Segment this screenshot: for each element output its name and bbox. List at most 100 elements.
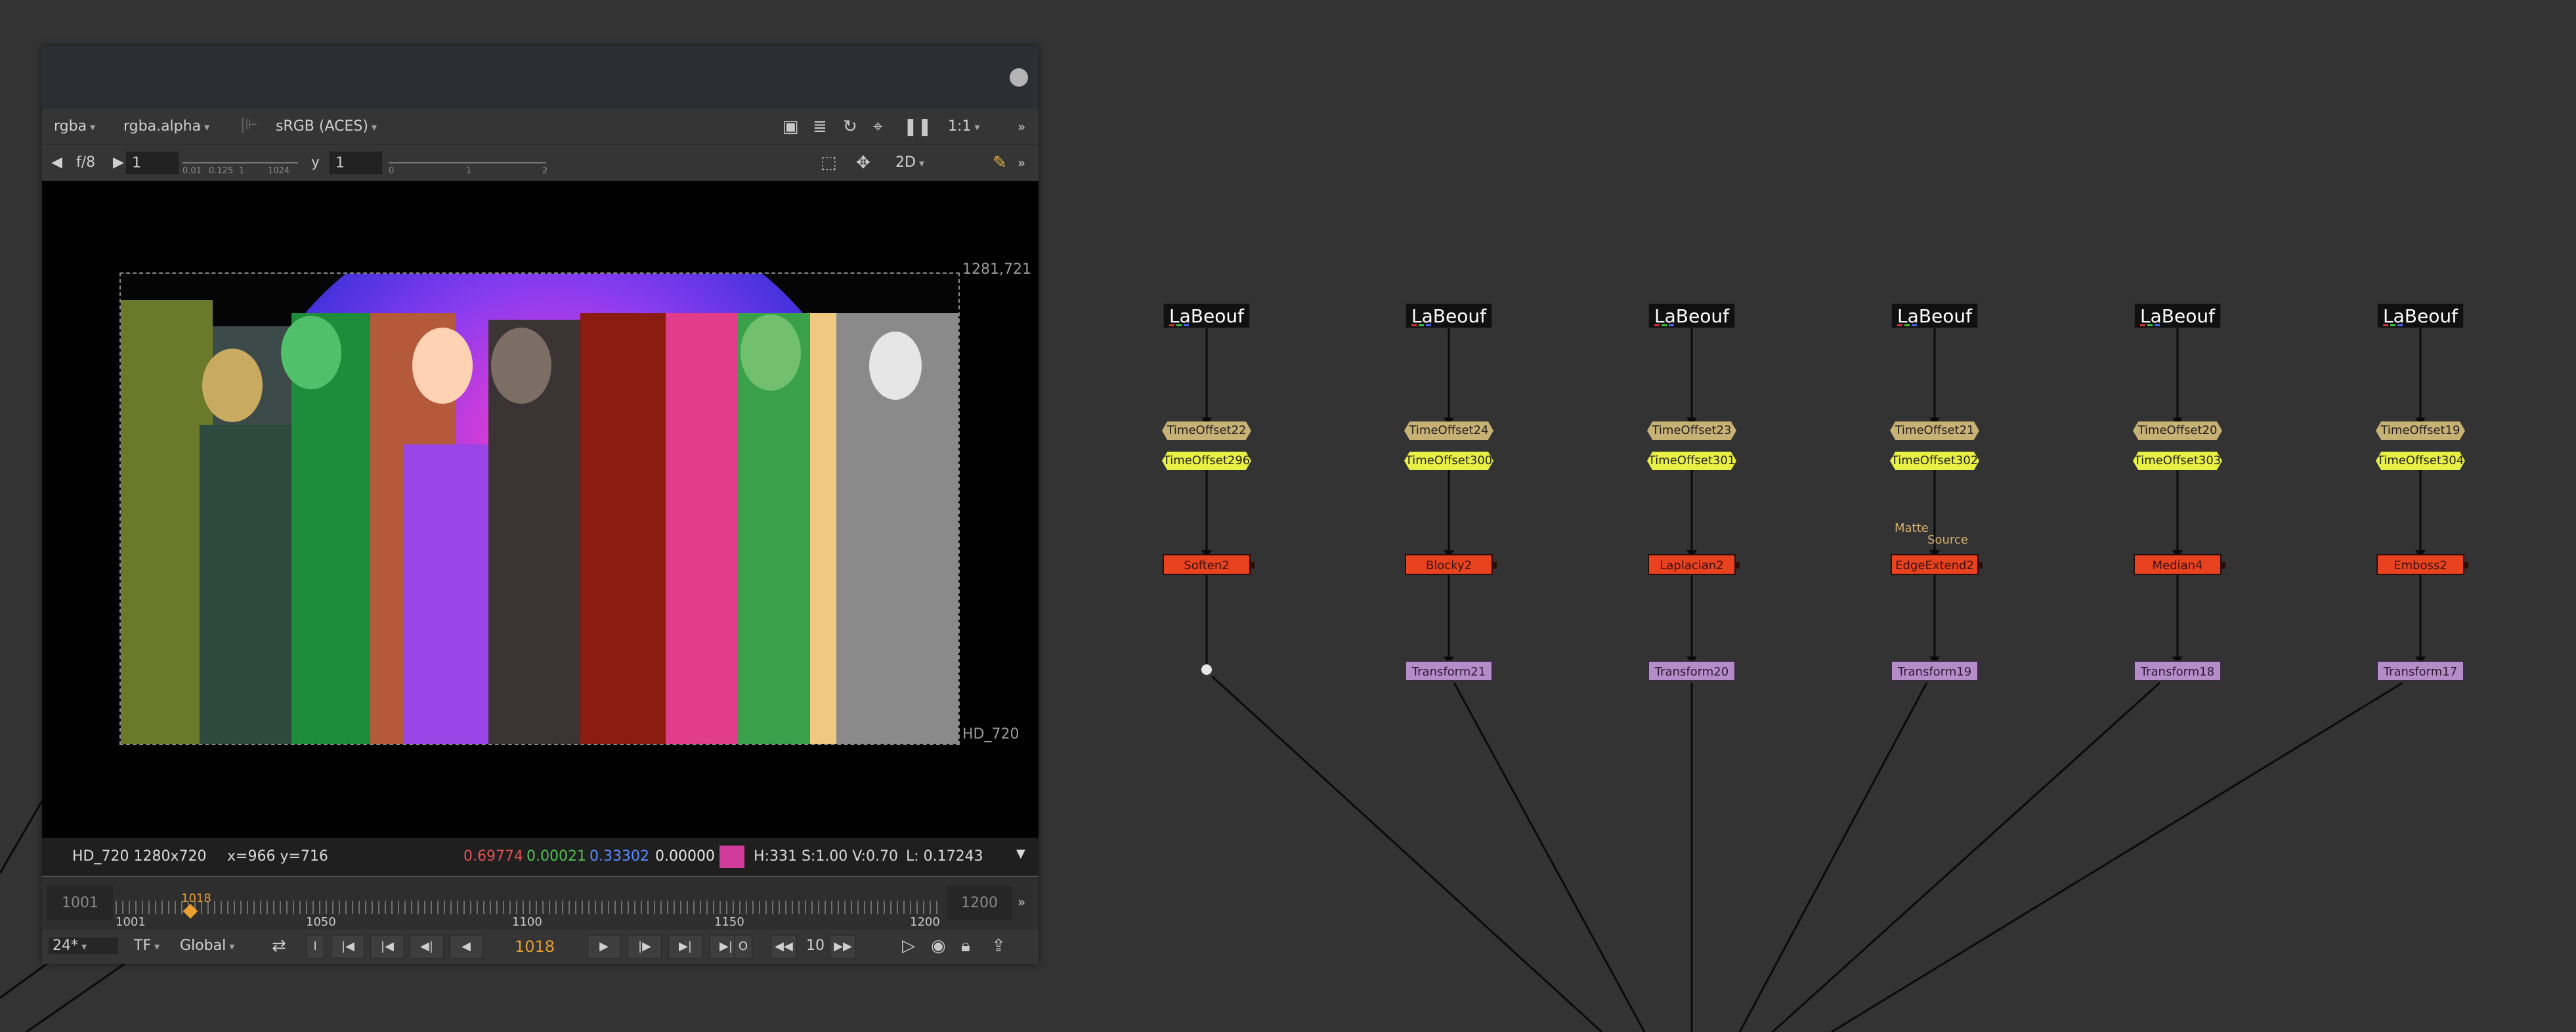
play-backward-icon[interactable]: ◀ (449, 935, 483, 958)
transform-node[interactable]: Transform17 (2376, 660, 2464, 681)
in-point-button[interactable]: I (306, 935, 324, 958)
read-node[interactable]: LaBeouf (2134, 303, 2221, 328)
transform-node[interactable]: Transform19 (1891, 660, 1979, 681)
tf-dropdown[interactable]: TF (134, 937, 160, 954)
list-icon[interactable]: ≣ (813, 118, 827, 135)
effect-node[interactable]: Emboss2 (2376, 554, 2468, 575)
gain-slider[interactable] (182, 162, 298, 163)
loop-mode-icon[interactable]: ⇄ (272, 937, 286, 955)
timeoffset-node[interactable]: TimeOffset302 (1890, 452, 1979, 470)
alpha-value: 0.00000 (655, 848, 715, 865)
effect-node[interactable]: Median4 (2134, 554, 2225, 575)
read-node[interactable]: LaBeouf (1891, 303, 1978, 328)
read-node[interactable]: LaBeouf (1648, 303, 1735, 328)
viewer-titlebar[interactable] (42, 46, 1039, 109)
gamma-tick: 0 (389, 166, 395, 176)
expand-icon[interactable]: » (1018, 118, 1025, 135)
skip-forward-icon[interactable]: ▶▶ (830, 935, 856, 958)
playback-icon[interactable]: ▷ (902, 937, 915, 955)
format-label: HD_720 (962, 726, 1020, 742)
next-keyframe-icon[interactable]: ▶| (668, 935, 702, 958)
zoom-dropdown[interactable]: 1:1 (948, 118, 980, 135)
dot-node[interactable] (1201, 664, 1212, 675)
crosshair-icon[interactable]: ⌖ (873, 118, 883, 135)
timeline[interactable]: 1001 1018 1001 1050 1100 1150 1200 1200 … (42, 876, 1039, 931)
alpha-channel-dropdown[interactable]: rgba.alpha (123, 118, 209, 135)
out-point-button[interactable]: O (734, 935, 752, 958)
effect-node[interactable]: Laplacian2 (1648, 554, 1740, 575)
refresh-icon[interactable]: ↻ (843, 118, 857, 135)
skip-back-icon[interactable]: ◀◀ (771, 935, 797, 958)
read-node[interactable]: LaBeouf (1406, 303, 1492, 328)
timeoffset-node[interactable]: TimeOffset22 (1162, 421, 1251, 440)
timeoffset-node[interactable]: TimeOffset24 (1404, 421, 1493, 440)
scope-dropdown[interactable]: Global (180, 937, 234, 954)
current-frame-field[interactable]: 1018 (515, 937, 555, 956)
cursor-coords: x=966 y=716 (227, 848, 328, 865)
read-node[interactable]: LaBeouf (1163, 303, 1250, 328)
timeoffset-node[interactable]: TimeOffset21 (1890, 421, 1979, 440)
export-icon[interactable]: ⇪ (991, 937, 1006, 955)
record-icon[interactable]: ◉ (931, 937, 946, 955)
timeoffset-node[interactable]: TimeOffset296 (1162, 452, 1251, 470)
in-point-field[interactable]: 1001 (47, 886, 113, 920)
timeoffset-node[interactable]: TimeOffset301 (1647, 452, 1736, 470)
viewer-panel: rgba rgba.alpha |⊩ sRGB (ACES) ▣ ≣ ↻ ⌖ ❚… (42, 46, 1039, 964)
read-node[interactable]: LaBeouf (2377, 303, 2464, 328)
gain-input[interactable]: 1 (126, 152, 179, 174)
frame-next-icon[interactable]: ▶ (113, 154, 124, 171)
timeline-ruler[interactable] (116, 901, 941, 914)
gamma-tick: 1 (466, 166, 472, 176)
format-info: HD_720 1280x720 (72, 848, 207, 865)
timeoffset-node[interactable]: TimeOffset20 (2133, 421, 2222, 440)
region-select-icon[interactable]: ⬚ (821, 154, 837, 171)
fstop-label[interactable]: f/8 (76, 154, 95, 171)
viewer-toolbar-bottom: ◀ f/8 ▶ 1 0.01 0.125 1 1024 y 1 0 1 2 ⬚ … (42, 144, 1039, 181)
close-icon[interactable] (1010, 68, 1028, 87)
timeline-tick-label: 1200 (910, 915, 940, 929)
info-dropdown-icon[interactable]: ▼ (1016, 835, 1025, 873)
expand-icon[interactable]: » (1018, 154, 1025, 171)
out-point-field[interactable]: 1200 (947, 886, 1012, 920)
gamma-slider[interactable] (389, 162, 546, 163)
roi-icon[interactable]: ▣ (783, 118, 799, 135)
fstop-prev-icon[interactable]: ◀ (51, 154, 62, 171)
viewer-viewport[interactable]: 1281,721 HD_720 (42, 181, 1039, 838)
red-value: 0.69774 (463, 848, 523, 865)
prev-keyframe-icon[interactable]: |◀ (370, 935, 404, 958)
hsv-value: H:331 S:1.00 V:0.70 (754, 848, 898, 865)
play-forward-icon[interactable]: ▶ (587, 935, 621, 958)
first-frame-icon[interactable]: |◀ (331, 935, 365, 958)
timeoffset-node[interactable]: TimeOffset300 (1404, 452, 1493, 470)
step-forward-icon[interactable]: |▶ (628, 935, 662, 958)
image-frame[interactable] (119, 272, 960, 745)
channel-indicator (1897, 324, 1923, 326)
step-back-icon[interactable]: ◀| (410, 935, 444, 958)
expand-icon[interactable]: » (1018, 894, 1025, 910)
transform-handle-icon[interactable]: ✥ (856, 154, 870, 171)
step-increment[interactable]: 10 (806, 937, 825, 954)
timeoffset-node[interactable]: TimeOffset23 (1647, 421, 1736, 440)
timeoffset-node[interactable]: TimeOffset19 (2376, 421, 2465, 440)
paint-brush-icon[interactable]: ✎ (993, 154, 1007, 171)
color-swatch (719, 846, 744, 868)
fps-dropdown[interactable]: 24* (49, 937, 118, 954)
transform-node[interactable]: Transform20 (1648, 660, 1736, 681)
channels-dropdown[interactable]: rgba (54, 118, 95, 135)
pixel-info-bar: HD_720 1280x720 x=966 y=716 0.69774 0.00… (42, 838, 1039, 876)
effect-node[interactable]: EdgeExtend2 (1891, 554, 1983, 575)
gain-tick: 1 (239, 166, 245, 176)
pause-icon[interactable]: ❚❚ (903, 118, 932, 135)
effect-node[interactable]: Blocky2 (1405, 554, 1497, 575)
effect-node[interactable]: Soften2 (1163, 554, 1255, 575)
gain-tick: 1024 (268, 166, 290, 176)
timeoffset-node[interactable]: TimeOffset303 (2133, 452, 2222, 470)
transform-node[interactable]: Transform18 (2134, 660, 2222, 681)
gamma-input[interactable]: 1 (330, 152, 382, 174)
view-mode-dropdown[interactable]: 2D (895, 154, 974, 171)
colorspace-dropdown[interactable]: sRGB (ACES) (276, 118, 551, 135)
transform-node[interactable]: Transform21 (1405, 660, 1493, 681)
lock-icon[interactable]: 🔒︎ (961, 937, 970, 955)
input-process-icon[interactable]: |⊩ (240, 117, 258, 133)
timeoffset-node[interactable]: TimeOffset304 (2376, 452, 2465, 470)
